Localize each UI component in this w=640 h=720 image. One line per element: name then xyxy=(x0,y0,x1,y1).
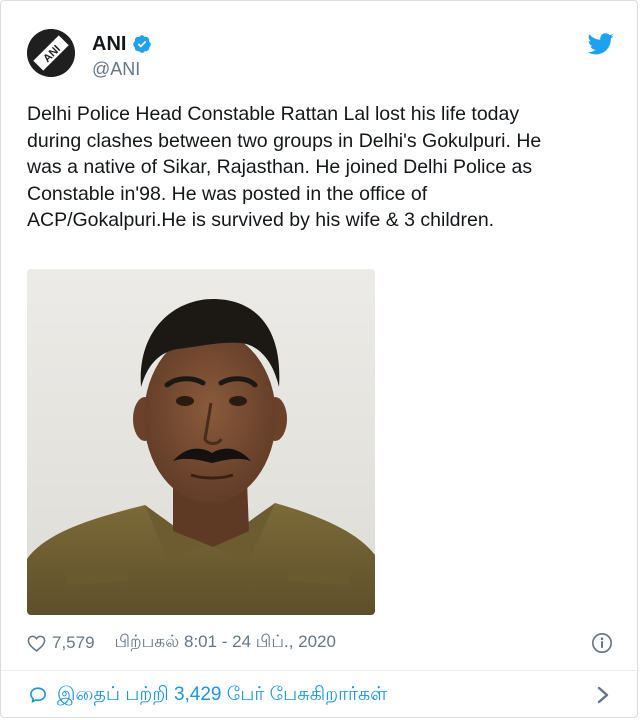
like-button[interactable]: 7,579 xyxy=(27,633,95,653)
tweet-timestamp[interactable]: பிற்பகல் 8:01 - 24 பிப்., 2020 xyxy=(115,632,336,654)
like-count: 7,579 xyxy=(52,633,95,652)
tweet-photo[interactable] xyxy=(27,269,375,615)
twitter-bird-icon[interactable] xyxy=(588,33,614,55)
author-name-link[interactable]: ANI xyxy=(92,33,152,55)
chevron-right-icon xyxy=(597,686,609,704)
tweet-text: Delhi Police Head Constable Rattan Lal l… xyxy=(27,103,542,231)
author-name: ANI xyxy=(92,33,127,55)
author-avatar[interactable]: ANI xyxy=(27,29,75,77)
comment-icon xyxy=(30,687,46,703)
author-handle[interactable]: @ANI xyxy=(92,59,140,79)
tweet-meta-row: 7,579 பிற்பகல் 8:01 - 24 பிப்., 2020 xyxy=(27,629,619,657)
verified-badge-icon xyxy=(133,35,152,53)
ani-logo-icon: ANI xyxy=(27,29,75,77)
conversation-text: இதைப் பற்றி 3,429 பேர் பேசுகிறார்கள் xyxy=(57,684,388,705)
info-icon[interactable] xyxy=(591,632,613,654)
portrait-image xyxy=(27,269,375,615)
tweet-embed-card: ANI ANI @ANI Delhi Police Head Constable… xyxy=(0,0,639,719)
conversation-link[interactable]: இதைப் பற்றி 3,429 பேர் பேசுகிறார்கள் xyxy=(1,671,639,719)
heart-icon xyxy=(27,635,46,652)
